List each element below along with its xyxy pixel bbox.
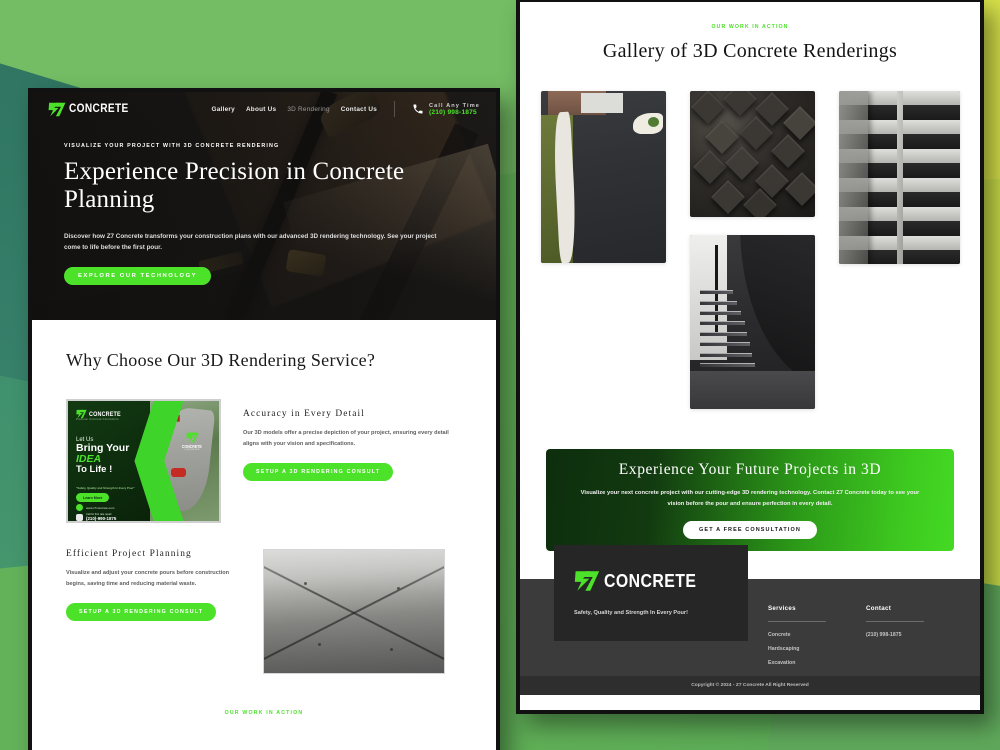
cta-body: Visualize your next concrete project wit… [580,489,920,507]
footer-logo-word: CONCRETE [604,570,697,591]
copyright-text: Copyright © 2024 - Z7 Concrete All Right… [691,683,809,688]
cta-banner: Experience Your Future Projects in 3D Vi… [546,449,954,551]
footer-logo[interactable]: CONCRETE [574,570,728,592]
hero-section: CONCRETE Gallery About Us 3D Rendering C… [32,92,496,320]
flyer-badge-sub: (210) 998-1875 [184,449,200,452]
gallery-column-2 [689,91,815,409]
feature-body-planning: Visualize and adjust your concrete pours… [66,570,230,588]
site-logo[interactable]: CONCRETE [48,102,137,117]
footer-link-excavation[interactable]: Excavation [768,660,826,666]
footer-phone-number[interactable]: (210) 998-1875 [866,632,924,638]
hero-content: VISUALIZE YOUR PROJECT WITH 3D CONCRETE … [32,117,496,285]
gallery-column-3 [838,91,960,264]
z7-lightning-icon [186,432,199,443]
flyer-tagline: "Safety, Quality and Strength In Every P… [76,486,135,490]
footer-copyright-bar: Copyright © 2024 - Z7 Concrete All Right… [520,676,980,695]
concrete-joint-photo [263,549,445,674]
flyer-website: www.z7concrete.com [86,505,115,510]
phone-icon [413,104,423,114]
nav-link-gallery[interactable]: Gallery [212,106,235,113]
gallery-page-content: OUR WORK IN ACTION Gallery of 3D Concret… [520,2,980,695]
gallery-image-slat-facade-rendering[interactable] [838,91,960,264]
gallery-page-mockup-panel: OUR WORK IN ACTION Gallery of 3D Concret… [516,0,984,714]
footer-link-hardscaping[interactable]: Hardscaping [768,646,826,652]
footer-heading-services: Services [768,605,796,612]
cta-title: Experience Your Future Projects in 3D [618,460,882,478]
footer-column-contact: Contact (210) 998-1875 [866,605,924,674]
footer-link-concrete[interactable]: Concrete [768,632,826,638]
footer-brand-card: CONCRETE Safety, Quality and Strength In… [554,545,748,641]
header-phone-number[interactable]: (210) 998-1875 [429,109,480,116]
flyer-learn-more-button[interactable]: Learn More [76,493,110,502]
flyer-headline: Let Us Bring Your IDEA To Life ! [76,437,129,475]
hero-eyebrow: VISUALIZE YOUR PROJECT WITH 3D CONCRETE … [64,143,280,149]
gallery-image-staircase-rendering[interactable] [689,235,815,409]
gallery-title: Gallery of 3D Concrete Renderings [602,40,898,62]
footer-heading-contact: Contact [866,605,892,612]
footer-rule [768,621,826,622]
gallery-column-1 [540,91,666,263]
homepage-mockup-panel: CONCRETE Gallery About Us 3D Rendering C… [28,88,500,750]
flyer-logo-word: CONCRETE [89,410,121,418]
get-free-consultation-button[interactable]: GET A FREE CONSULTATION [683,521,817,540]
feature-title-accuracy: Accuracy in Every Detail [243,409,365,419]
left-bottom-eyebrow: OUR WORK IN ACTION [224,710,304,716]
explore-our-technology-button[interactable]: EXPLORE OUR TECHNOLOGY [64,266,212,285]
nav-link-contact-us[interactable]: Contact Us [341,106,377,113]
logo-wordmark: CONCRETE [69,103,129,115]
nav-divider [394,101,396,117]
z7-lightning-icon [48,102,66,116]
site-header-nav: CONCRETE Gallery About Us 3D Rendering C… [32,92,496,117]
footer-column-services: Services Concrete Hardscaping Excavation [768,605,826,674]
header-phone-block[interactable]: Call Any Time (210) 998-1875 [412,103,480,116]
globe-icon [76,504,83,511]
nav-link-3d-rendering[interactable]: 3D Rendering [287,106,329,113]
footer-tagline: Safety, Quality and Strength In Every Po… [574,610,688,616]
feature-title-planning: Efficient Project Planning [66,549,192,559]
hero-title: Experience Precision in Concrete Plannin… [64,158,405,214]
feature-text-accuracy: Accuracy in Every Detail Our 3D models o… [243,399,462,482]
marketing-flyer-image: CONCRETE Premium Concrete Contractors Le… [66,399,221,523]
primary-nav: Gallery About Us 3D Rendering Contact Us… [212,101,480,117]
gallery-image-diamond-wall-rendering[interactable] [689,91,815,217]
feature-row-accuracy: CONCRETE Premium Concrete Contractors Le… [66,399,462,523]
flyer-logo-sub: Premium Concrete Contractors [76,418,119,421]
flyer-phone: (210)-990-1875 [86,516,117,521]
call-any-time-label: Call Any Time [429,102,480,109]
nav-link-about-us[interactable]: About Us [246,106,276,113]
flyer-phone-row: Call for first rate repair (210)-990-187… [76,513,116,521]
flyer-website-row: www.z7concrete.com [76,504,114,511]
hero-description: Discover how Z7 Concrete transforms your… [64,232,437,251]
site-footer: CONCRETE Safety, Quality and Strength In… [520,545,980,695]
gallery-grid [520,63,980,409]
feature-text-planning: Efficient Project Planning Visualize and… [66,549,241,622]
why-choose-section: Why Choose Our 3D Rendering Service? CON… [32,320,496,716]
feature-row-planning: Efficient Project Planning Visualize and… [66,549,462,674]
gallery-image-driveway-rendering[interactable] [540,91,666,263]
z7-lightning-icon [574,571,600,591]
setup-consult-button-1[interactable]: SETUP A 3D RENDERING CONSULT [243,463,394,482]
gallery-eyebrow: OUR WORK IN ACTION [711,24,789,30]
feature-body-accuracy: Our 3D models offer a precise depiction … [243,430,449,448]
flyer-corner-badge: CONCRETE (210) 998-1875 [180,432,204,451]
why-choose-heading: Why Choose Our 3D Rendering Service? [66,350,376,370]
flyer-line-4: To Life ! [76,464,113,476]
phone-icon [76,513,83,521]
footer-rule [866,621,924,622]
flyer-badge-word: CONCRETE [182,444,203,450]
setup-consult-button-2[interactable]: SETUP A 3D RENDERING CONSULT [66,603,217,622]
